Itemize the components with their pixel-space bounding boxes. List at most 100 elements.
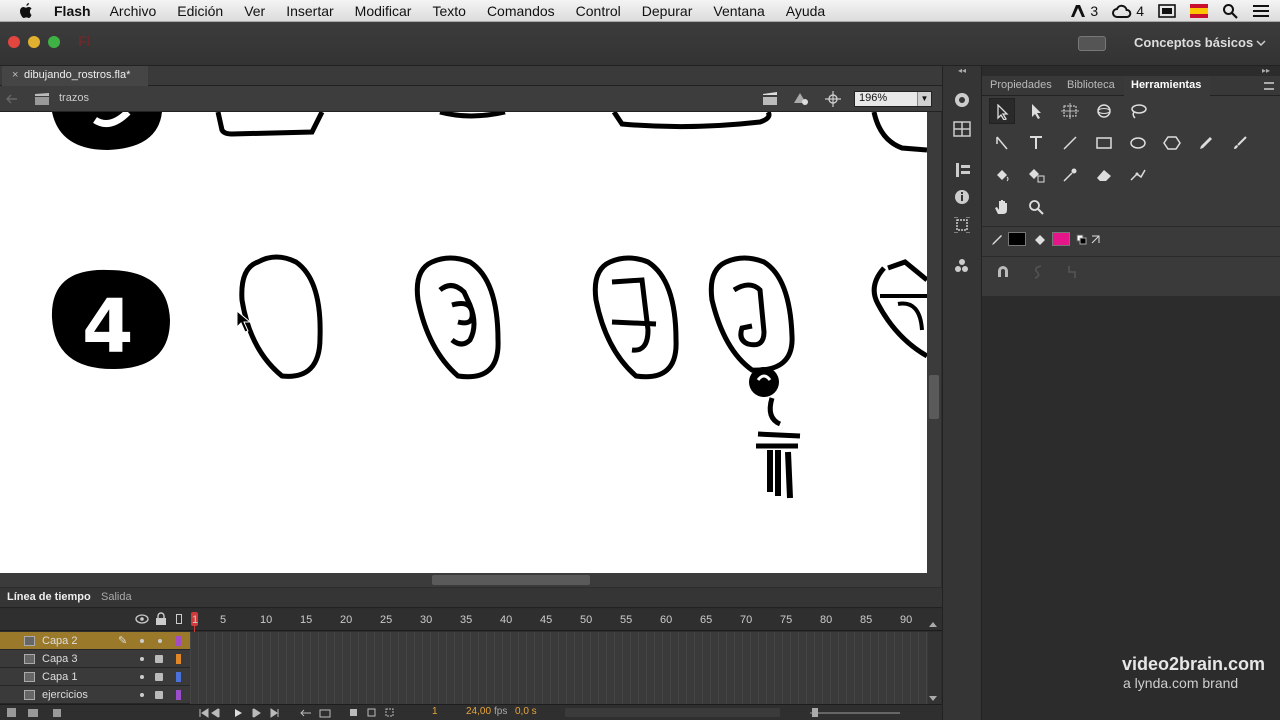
layer-visibility-dot[interactable] bbox=[140, 675, 144, 679]
layer-outline-color[interactable] bbox=[176, 636, 181, 646]
info-panel-icon[interactable] bbox=[954, 189, 970, 205]
tab-tools[interactable]: Herramientas bbox=[1131, 79, 1201, 91]
close-tab-icon[interactable]: × bbox=[12, 69, 18, 81]
pencil-tool-icon[interactable] bbox=[1193, 130, 1219, 156]
spotlight-search-icon[interactable] bbox=[1222, 3, 1238, 19]
oval-tool-icon[interactable] bbox=[1125, 130, 1151, 156]
layer-name[interactable]: Capa 3 bbox=[42, 653, 77, 665]
layer-name[interactable]: Capa 2 bbox=[42, 635, 77, 647]
stage-horizontal-scroll-thumb[interactable] bbox=[432, 575, 590, 585]
text-tool-icon[interactable] bbox=[1023, 130, 1049, 156]
timeline-zoom-slider[interactable] bbox=[810, 712, 900, 714]
chevron-down-icon[interactable] bbox=[1256, 38, 1266, 48]
line-tool-icon[interactable] bbox=[1057, 130, 1083, 156]
layer-name[interactable]: Capa 1 bbox=[42, 671, 77, 683]
layer-visibility-dot[interactable] bbox=[140, 657, 144, 661]
layer-visibility-dot[interactable] bbox=[140, 639, 144, 643]
layer-outline-color[interactable] bbox=[176, 654, 181, 664]
frame-rate[interactable]: 24,00 bbox=[466, 706, 491, 717]
zoom-select[interactable]: 196% ▼ bbox=[854, 91, 932, 107]
previous-frame-icon[interactable] bbox=[211, 708, 220, 718]
history-panel-icon[interactable] bbox=[955, 162, 971, 178]
workspace-menu[interactable]: Conceptos básicos bbox=[1134, 35, 1253, 50]
next-frame-icon[interactable] bbox=[252, 708, 261, 718]
apple-icon[interactable] bbox=[18, 2, 34, 20]
tab-library[interactable]: Biblioteca bbox=[1067, 79, 1115, 91]
brush-tool-icon[interactable] bbox=[1227, 130, 1253, 156]
paint-bucket-tool-icon[interactable] bbox=[989, 162, 1015, 188]
polystar-tool-icon[interactable] bbox=[1159, 130, 1185, 156]
menu-comandos[interactable]: Comandos bbox=[487, 3, 555, 19]
tab-properties[interactable]: Propiedades bbox=[990, 79, 1052, 91]
layer-row[interactable]: Capa 2 ✎ bbox=[0, 632, 190, 650]
scroll-down-icon[interactable] bbox=[928, 695, 938, 703]
pen-tool-icon[interactable] bbox=[989, 130, 1015, 156]
ink-bottle-tool-icon[interactable] bbox=[1023, 162, 1049, 188]
collapse-panel-right-icon[interactable]: ▸▸ bbox=[1262, 66, 1278, 76]
menu-edicion[interactable]: Edición bbox=[177, 3, 223, 19]
tab-timeline[interactable]: Línea de tiempo bbox=[7, 591, 91, 603]
layer-lock-icon[interactable] bbox=[155, 673, 163, 681]
layer-outline-color[interactable] bbox=[176, 690, 181, 700]
subselection-tool-icon[interactable] bbox=[1023, 98, 1049, 124]
scroll-up-icon[interactable] bbox=[928, 620, 938, 628]
first-frame-icon[interactable] bbox=[199, 708, 209, 718]
layer-outline-color[interactable] bbox=[176, 672, 181, 682]
center-stage-icon[interactable] bbox=[825, 91, 841, 107]
layer-lock-icon[interactable] bbox=[155, 691, 163, 699]
menu-app-flash[interactable]: Flash bbox=[54, 3, 91, 19]
swatches-panel-icon[interactable] bbox=[954, 258, 970, 274]
smooth-icon[interactable] bbox=[1031, 265, 1045, 279]
document-tab[interactable]: × dibujando_rostros.fla* bbox=[2, 66, 148, 86]
menu-control[interactable]: Control bbox=[576, 3, 621, 19]
hand-tool-icon[interactable] bbox=[989, 194, 1015, 220]
last-frame-icon[interactable] bbox=[270, 708, 279, 718]
panel-menu-icon[interactable] bbox=[1264, 82, 1274, 90]
show-all-layers-eye-icon[interactable] bbox=[135, 614, 149, 624]
zoom-dropdown-icon[interactable]: ▼ bbox=[917, 92, 931, 106]
outline-all-layers-icon[interactable] bbox=[176, 614, 182, 624]
menu-modificar[interactable]: Modificar bbox=[355, 3, 412, 19]
transform-panel-icon[interactable] bbox=[954, 217, 970, 233]
spain-flag-icon[interactable] bbox=[1190, 4, 1208, 18]
menu-insertar[interactable]: Insertar bbox=[286, 3, 333, 19]
selection-tool-icon[interactable] bbox=[989, 98, 1015, 124]
stage-canvas[interactable]: 4 bbox=[0, 112, 927, 573]
edit-scene-icon[interactable] bbox=[762, 91, 782, 107]
timeline-vertical-scrollbar[interactable] bbox=[928, 632, 941, 704]
stage-vertical-scrollbar[interactable] bbox=[927, 112, 941, 573]
timeline-zoom-thumb[interactable] bbox=[812, 708, 818, 717]
frame-grid[interactable] bbox=[190, 632, 928, 704]
minimize-window-button[interactable] bbox=[28, 36, 40, 48]
eyedropper-tool-icon[interactable] bbox=[1057, 162, 1083, 188]
close-window-button[interactable] bbox=[8, 36, 20, 48]
new-folder-icon[interactable] bbox=[28, 709, 38, 717]
lock-all-layers-icon[interactable] bbox=[155, 612, 167, 625]
fill-color-swatch[interactable] bbox=[1052, 232, 1070, 246]
layer-lock-dot[interactable] bbox=[158, 639, 162, 643]
onion-skin-icon[interactable] bbox=[350, 709, 357, 716]
rectangle-tool-icon[interactable] bbox=[1091, 130, 1117, 156]
align-panel-icon[interactable] bbox=[953, 121, 971, 137]
motion-presets-icon[interactable] bbox=[952, 92, 972, 108]
layer-name[interactable]: ejercicios bbox=[42, 689, 88, 701]
new-layer-icon[interactable] bbox=[7, 708, 16, 717]
menu-depurar[interactable]: Depurar bbox=[642, 3, 693, 19]
snap-to-objects-icon[interactable] bbox=[996, 265, 1010, 279]
edit-multiple-frames-icon[interactable] bbox=[385, 708, 394, 717]
notification-list-icon[interactable] bbox=[1252, 4, 1270, 18]
collapse-dock-left-icon[interactable]: ◂◂ bbox=[942, 66, 982, 76]
stroke-color-swatch[interactable] bbox=[1008, 232, 1026, 246]
play-icon[interactable] bbox=[235, 709, 242, 717]
layer-row[interactable]: Capa 1 bbox=[0, 668, 190, 686]
onion-outline-icon[interactable] bbox=[367, 708, 376, 717]
menu-texto[interactable]: Texto bbox=[432, 3, 465, 19]
zoom-window-button[interactable] bbox=[48, 36, 60, 48]
menu-archivo[interactable]: Archivo bbox=[110, 3, 157, 19]
workspace-switch-icon[interactable] bbox=[1078, 36, 1106, 51]
3d-rotation-tool-icon[interactable] bbox=[1091, 98, 1117, 124]
scene-name[interactable]: trazos bbox=[59, 92, 89, 104]
timeline-horizontal-scrollbar[interactable] bbox=[565, 708, 780, 717]
stage-vertical-scroll-thumb[interactable] bbox=[929, 375, 939, 419]
zoom-tool-icon[interactable] bbox=[1023, 194, 1049, 220]
